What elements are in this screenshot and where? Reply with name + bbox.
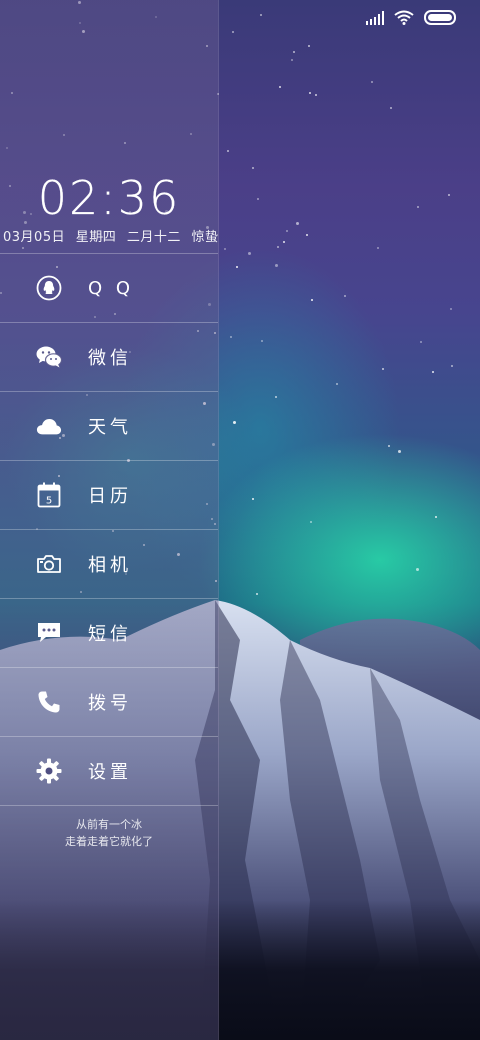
menu-item-dialer[interactable]: 拨号 — [0, 667, 218, 736]
clock-time: 02:36 — [37, 171, 181, 225]
calendar-icon: 5 — [36, 482, 62, 508]
menu-item-weather[interactable]: 天气 — [0, 391, 218, 460]
menu-item-sms[interactable]: 短信 — [0, 598, 218, 667]
app-menu: Q Q 微信 天气 5 日历 相机 短信 拨号 设置 — [0, 253, 218, 806]
menu-label-qq: Q Q — [88, 277, 135, 299]
message-icon — [36, 620, 62, 646]
menu-item-calendar[interactable]: 5 日历 — [0, 460, 218, 529]
date-line: 03月05日 星期四 二月十二 惊蛰 — [0, 226, 218, 245]
date-text: 03月05日 — [3, 230, 66, 245]
menu-item-camera[interactable]: 相机 — [0, 529, 218, 598]
menu-item-qq[interactable]: Q Q — [0, 253, 218, 322]
solar-term-text: 惊蛰 — [191, 230, 219, 245]
signature-text: 从前有一个冰 走着走着它就化了 — [0, 816, 218, 850]
calendar-icon-day: 5 — [46, 496, 52, 507]
battery-icon — [424, 10, 456, 25]
menu-label-calendar: 日历 — [88, 486, 132, 507]
menu-item-wechat[interactable]: 微信 — [0, 322, 218, 391]
menu-item-settings[interactable]: 设置 — [0, 736, 218, 806]
qq-icon — [36, 275, 62, 301]
phone-icon — [36, 689, 62, 715]
menu-label-weather: 天气 — [88, 417, 132, 438]
menu-label-wechat: 微信 — [88, 348, 132, 369]
lunar-date-text: 二月十二 — [126, 230, 181, 245]
cloud-icon — [36, 413, 62, 439]
signature-line-1: 从前有一个冰 — [76, 818, 142, 831]
side-drawer: 02:36 03月05日 星期四 二月十二 惊蛰 Q Q 微信 天气 5 日历 … — [0, 0, 219, 1040]
menu-label-settings: 设置 — [88, 762, 132, 783]
wechat-icon — [36, 344, 62, 370]
gear-icon — [36, 758, 62, 784]
weekday-text: 星期四 — [75, 230, 117, 245]
signature-line-2: 走着走着它就化了 — [65, 835, 153, 848]
signal-icon — [366, 10, 384, 25]
menu-label-camera: 相机 — [88, 555, 132, 576]
camera-icon — [36, 551, 62, 577]
status-bar — [366, 10, 456, 25]
clock-widget[interactable]: 02:36 03月05日 星期四 二月十二 惊蛰 — [0, 172, 218, 245]
menu-label-sms: 短信 — [88, 624, 132, 645]
wifi-icon — [394, 10, 414, 25]
menu-label-dialer: 拨号 — [88, 693, 132, 714]
